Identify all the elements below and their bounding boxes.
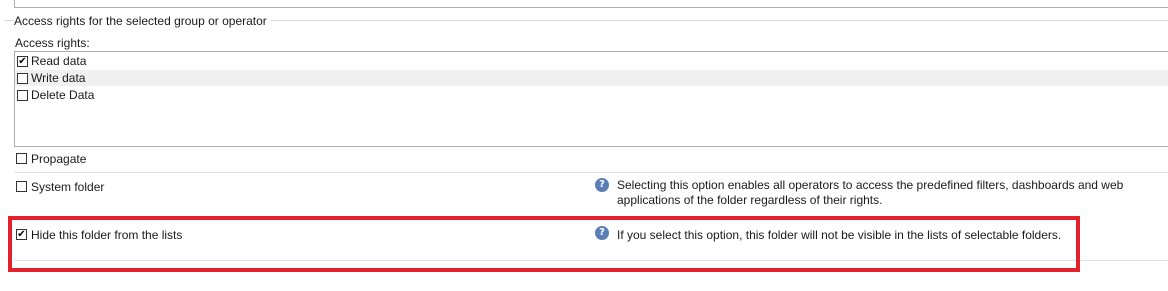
group-box-title: Access rights for the selected group or … [14,14,271,28]
read-data-label: Read data [31,54,87,68]
separator [14,172,1168,173]
system-folder-checkbox[interactable] [16,181,27,192]
access-right-item-read[interactable]: ✔ Read data [15,53,1168,69]
delete-data-checkbox[interactable] [17,90,28,101]
previous-panel-border [14,0,1168,8]
access-rights-label: Access rights: [15,36,90,50]
access-right-item-delete[interactable]: Delete Data [15,87,1168,103]
access-rights-list[interactable]: ✔ Read data Write data Delete Data [14,51,1168,147]
propagate-label: Propagate [31,152,87,166]
write-data-checkbox[interactable] [17,73,28,84]
highlight-box [8,216,1080,272]
access-right-item-write[interactable]: Write data [15,70,1168,86]
system-folder-help-text: Selecting this option enables all operat… [617,178,1124,207]
read-data-checkbox[interactable]: ✔ [17,56,28,67]
delete-data-label: Delete Data [31,88,95,102]
system-folder-label: System folder [31,180,105,194]
write-data-label: Write data [31,71,86,85]
help-icon[interactable]: ? [595,178,609,192]
propagate-checkbox[interactable] [16,153,27,164]
